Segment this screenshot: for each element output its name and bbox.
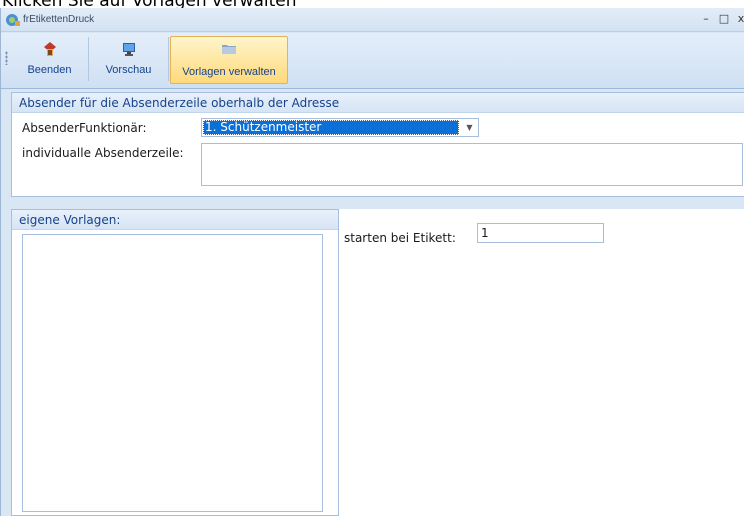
start-panel: starten bei Etikett: 1: [339, 209, 744, 516]
funktionaer-label: AbsenderFunktionär:: [22, 121, 147, 135]
beenden-label: Beenden: [27, 64, 72, 76]
vorlagen-verwalten-label: Vorlagen verwalten: [182, 66, 276, 78]
vorlagen-group-header: eigene Vorlagen:: [12, 210, 338, 230]
absender-group: Absender für die Absenderzeile oberhalb …: [11, 92, 744, 197]
funktionaer-select[interactable]: 1. Schützenmeister ▼: [201, 118, 479, 137]
instruction-caption: Klicken Sie auf Vorlagen verwalten: [0, 0, 744, 8]
app-window: frEtikettenDruck – □ x Beenden Vorschau: [0, 8, 744, 516]
folder-icon: [222, 45, 236, 54]
funktionaer-selected-value[interactable]: 1. Schützenmeister: [203, 120, 459, 135]
vorschau-button[interactable]: Vorschau: [89, 37, 169, 81]
start-label: starten bei Etikett:: [344, 231, 456, 245]
exit-icon: [43, 42, 56, 56]
individual-label: individualle Absenderzeile:: [22, 146, 184, 160]
absender-group-header: Absender für die Absenderzeile oberhalb …: [12, 93, 744, 113]
chevron-down-icon[interactable]: ▼: [462, 120, 477, 135]
vorlagen-group: eigene Vorlagen:: [11, 209, 339, 516]
toolbar-grip-icon[interactable]: [5, 51, 8, 65]
monitor-icon: [122, 43, 135, 56]
individual-absenderzeile-input[interactable]: [201, 143, 743, 186]
vorlagen-list[interactable]: [22, 234, 323, 512]
close-button[interactable]: x: [734, 12, 744, 26]
beenden-button[interactable]: Beenden: [11, 37, 89, 81]
app-icon: [6, 14, 20, 26]
vorlagen-verwalten-button[interactable]: Vorlagen verwalten: [170, 36, 288, 84]
window-title: frEtikettenDruck: [23, 14, 95, 25]
minimize-button[interactable]: –: [699, 12, 713, 26]
maximize-button[interactable]: □: [717, 12, 731, 26]
toolbar: Beenden Vorschau Vorlagen verwalten: [1, 33, 744, 89]
title-bar: frEtikettenDruck – □ x: [1, 8, 744, 32]
start-etikett-input[interactable]: 1: [477, 223, 604, 243]
vorschau-label: Vorschau: [105, 64, 152, 76]
